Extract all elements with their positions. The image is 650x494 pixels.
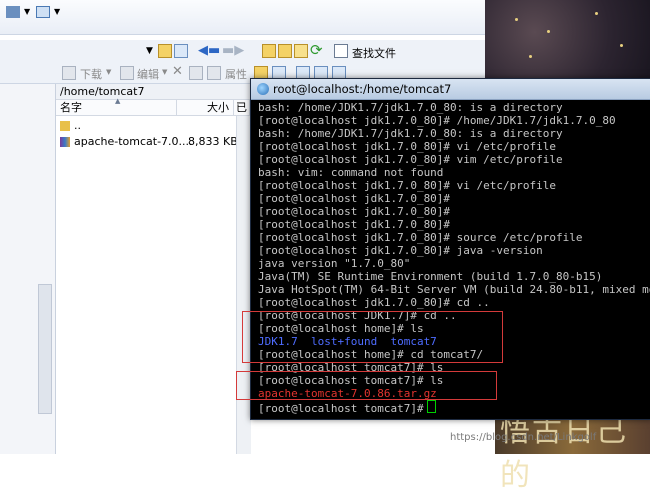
list-item[interactable]: apache-tomcat-7.0.... 8,833 KB 20 bbox=[56, 134, 252, 150]
terminal-line: bash: /home/JDK1.7/jdk1.7.0_80: is a dir… bbox=[258, 101, 563, 114]
scrollbar[interactable] bbox=[236, 116, 251, 454]
terminal-line: [root@localhost jdk1.7.0_80]# bbox=[258, 192, 451, 205]
back-icon[interactable]: ◀▬ bbox=[198, 43, 220, 58]
terminal-line: [root@localhost jdk1.7.0_80]# source /et… bbox=[258, 231, 583, 244]
parent-folder-icon bbox=[60, 121, 70, 131]
parent-folder-icon[interactable] bbox=[262, 44, 276, 58]
column-modified[interactable]: 已改 bbox=[234, 100, 250, 116]
file-size: 8,833 KB bbox=[188, 135, 238, 148]
find-files-button[interactable]: 查找文件 bbox=[352, 45, 396, 61]
watermark: https://blog.csdn.net/Linkgolf bbox=[450, 432, 597, 443]
terminal-line: [root@localhost jdk1.7.0_80]# /home/JDK1… bbox=[258, 114, 616, 127]
refresh-icon[interactable]: ⟳ bbox=[310, 41, 323, 59]
terminal-line: [root@localhost jdk1.7.0_80]# cd .. bbox=[258, 296, 490, 309]
navigation-toolbar: tomcat7 ▼ ◀▬ ▬▶ ⟳ 查找文件 bbox=[0, 40, 485, 100]
highlight-box bbox=[236, 371, 497, 400]
local-pane bbox=[0, 84, 56, 454]
terminal-line: java version "1.7.0_80" bbox=[258, 257, 411, 270]
chevron-down-icon[interactable]: ▼ bbox=[146, 46, 153, 56]
root-folder-icon[interactable] bbox=[278, 44, 292, 58]
terminal-line: [root@localhost jdk1.7.0_80]# java -vers… bbox=[258, 244, 543, 257]
chevron-down-icon[interactable]: ▼ bbox=[106, 68, 111, 76]
filter-icon[interactable] bbox=[174, 44, 188, 58]
column-size[interactable]: 大小 bbox=[177, 100, 234, 116]
chevron-down-icon[interactable]: ▼ bbox=[54, 7, 60, 16]
find-files-icon[interactable] bbox=[334, 44, 348, 58]
scrollbar[interactable] bbox=[38, 284, 52, 414]
terminal-prompt-line: [root@localhost tomcat7]# bbox=[258, 400, 436, 415]
download-icon[interactable] bbox=[62, 66, 76, 80]
terminal-line: [root@localhost jdk1.7.0_80]# vi /etc/pr… bbox=[258, 140, 557, 153]
terminal-window[interactable]: root@localhost:/home/tomcat7 bash: /home… bbox=[250, 78, 650, 420]
terminal-line: bash: /home/JDK1.7/jdk1.7.0_80: is a dir… bbox=[258, 127, 563, 140]
desktop-wallpaper bbox=[485, 0, 650, 80]
terminal-line: bash: vim: command not found bbox=[258, 166, 444, 179]
archive-icon bbox=[60, 137, 70, 147]
list-item[interactable]: .. bbox=[56, 118, 236, 134]
properties-icon[interactable] bbox=[207, 66, 221, 80]
forward-icon[interactable]: ▬▶ bbox=[222, 43, 244, 58]
terminal-title-bar[interactable]: root@localhost:/home/tomcat7 bbox=[251, 79, 650, 100]
terminal-prompt: [root@localhost tomcat7]# bbox=[258, 402, 424, 415]
terminal-line: [root@localhost jdk1.7.0_80]# vim /etc/p… bbox=[258, 153, 563, 166]
chevron-down-icon[interactable]: ▼ bbox=[24, 7, 30, 16]
chevron-down-icon[interactable]: ▼ bbox=[162, 68, 167, 76]
remote-path: /home/tomcat7 bbox=[56, 84, 250, 100]
top-toolbar: ▼ ▼ bbox=[0, 0, 485, 35]
edit-button[interactable]: 编辑 bbox=[137, 66, 159, 82]
terminal-line: [root@localhost jdk1.7.0_80]# vi /etc/pr… bbox=[258, 179, 557, 192]
terminal-cursor bbox=[426, 400, 436, 413]
terminal-line: Java HotSpot(TM) 64-Bit Server VM (build… bbox=[258, 283, 650, 296]
file-name: apache-tomcat-7.0.... bbox=[74, 135, 193, 148]
file-name: .. bbox=[74, 119, 81, 132]
terminal-title: root@localhost:/home/tomcat7 bbox=[273, 82, 452, 96]
home-icon[interactable] bbox=[294, 44, 308, 58]
edit-icon[interactable] bbox=[120, 66, 134, 80]
open-folder-icon[interactable] bbox=[158, 44, 172, 58]
download-button[interactable]: 下载 bbox=[80, 66, 102, 82]
sort-ascending-icon: ▲ bbox=[115, 97, 121, 105]
delete-icon[interactable]: ✕ bbox=[172, 64, 183, 79]
terminal-icon bbox=[257, 83, 269, 95]
properties-button[interactable]: 属性 bbox=[225, 66, 247, 82]
highlight-box bbox=[242, 311, 503, 363]
terminal-line: Java(TM) SE Runtime Environment (build 1… bbox=[258, 270, 603, 283]
terminal-line: [root@localhost jdk1.7.0_80]# bbox=[258, 218, 451, 231]
view-icon[interactable] bbox=[36, 6, 50, 18]
rename-icon[interactable] bbox=[189, 66, 203, 80]
terminal-line: [root@localhost jdk1.7.0_80]# bbox=[258, 205, 451, 218]
back-arrow-icon[interactable] bbox=[6, 6, 20, 18]
